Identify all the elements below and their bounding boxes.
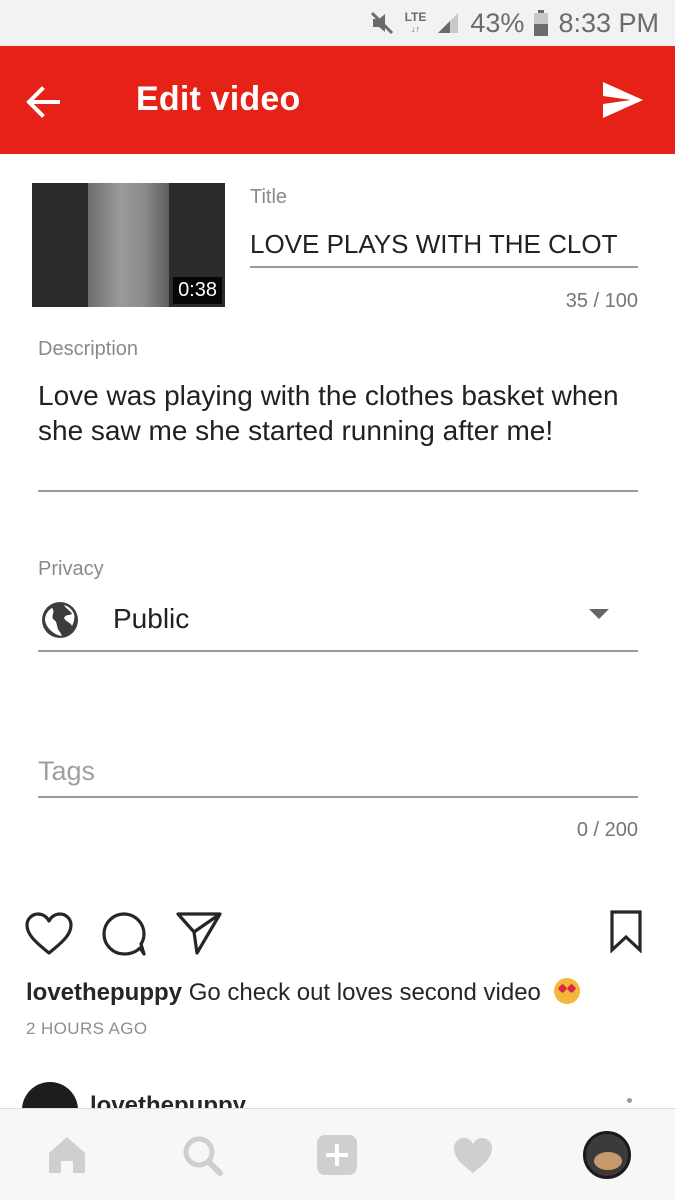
video-thumbnail[interactable]: 0:38: [32, 183, 225, 307]
app-bar: Edit video: [0, 46, 675, 154]
thumbnail-image: [88, 183, 169, 307]
bottom-nav: [0, 1108, 675, 1200]
description-label: Description: [38, 338, 139, 360]
tags-underline: [38, 796, 638, 798]
post-caption: lovethepuppy Go check out loves second v…: [26, 978, 580, 1007]
privacy-label: Privacy: [38, 558, 104, 580]
post-username[interactable]: lovethepuppy: [26, 979, 182, 1006]
globe-icon: [42, 602, 78, 638]
tags-counter: 0 / 200: [576, 819, 638, 841]
heart-icon[interactable]: [24, 911, 74, 957]
network-type: LTE ↓↑: [404, 10, 427, 34]
battery-percent: 43%: [470, 7, 525, 38]
mute-icon: [370, 11, 393, 35]
home-icon[interactable]: [45, 1133, 89, 1177]
add-icon[interactable]: [315, 1133, 359, 1177]
title-underline: [250, 266, 638, 268]
title-label: Title: [250, 186, 288, 208]
title-counter: 35 / 100: [565, 290, 638, 312]
post-timestamp: 2 HOURS AGO: [26, 1019, 148, 1038]
profile-photo: [594, 1152, 622, 1170]
battery-icon: [534, 10, 549, 36]
dropdown-arrow-icon: [589, 609, 609, 619]
back-button[interactable]: [22, 80, 66, 124]
bookmark-icon[interactable]: [609, 909, 643, 953]
status-icons: LTE ↓↑ 43% 8:33 PM: [369, 6, 659, 40]
title-input[interactable]: LOVE PLAYS WITH THE CLOT: [250, 229, 640, 260]
send-button[interactable]: [601, 80, 645, 120]
share-icon[interactable]: [175, 910, 223, 956]
signal-icon: [438, 13, 459, 33]
profile-avatar[interactable]: [583, 1131, 631, 1179]
privacy-value: Public: [113, 603, 190, 634]
heart-eyes-emoji-icon: [553, 978, 580, 1004]
description-underline: [38, 490, 638, 492]
clock: 8:33 PM: [558, 7, 659, 38]
tags-input[interactable]: Tags: [38, 756, 95, 787]
activity-icon[interactable]: [451, 1133, 495, 1177]
back-arrow-icon: [26, 86, 60, 118]
comment-icon[interactable]: [100, 910, 148, 958]
privacy-underline: [38, 650, 638, 652]
status-bar: LTE ↓↑ 43% 8:33 PM: [0, 0, 675, 46]
post-caption-text: Go check out loves second video: [188, 979, 541, 1006]
description-input[interactable]: Love was playing with the clothes basket…: [38, 378, 638, 448]
more-options-icon[interactable]: [627, 1098, 632, 1103]
video-duration: 0:38: [173, 277, 222, 304]
page-title: Edit video: [136, 80, 301, 118]
send-icon: [603, 82, 643, 118]
search-icon[interactable]: [180, 1133, 224, 1177]
